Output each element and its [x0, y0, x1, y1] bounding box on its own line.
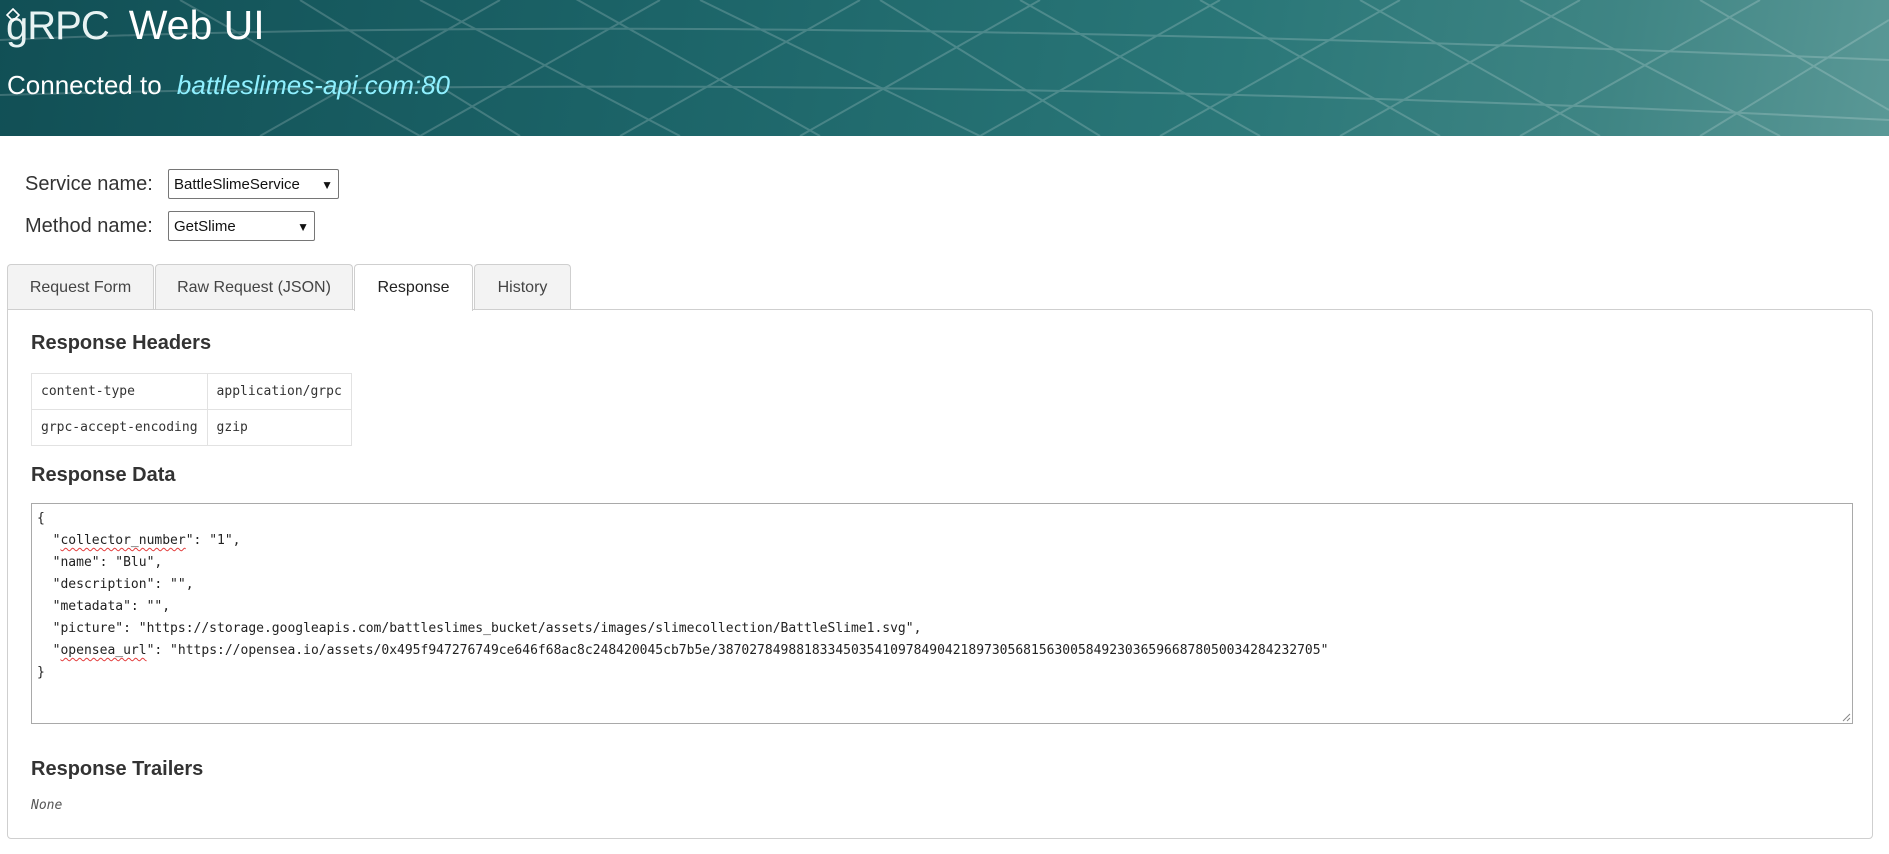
- json-key-spellcheck: collector_number: [60, 533, 186, 548]
- tab-request-form[interactable]: Request Form: [7, 264, 154, 309]
- chevron-down-icon: ▼: [297, 220, 309, 234]
- json-fragment: ": [37, 643, 61, 658]
- grpc-logo-text: gRPC: [6, 4, 110, 48]
- json-line: "metadata": "",: [37, 599, 171, 614]
- app-header: gRPC Web UI Connected to battleslimes-ap…: [0, 0, 1889, 136]
- tab-response[interactable]: Response: [354, 264, 473, 311]
- json-line: "name": "Blu",: [37, 555, 163, 570]
- response-panel: Response Headers content-type applicatio…: [7, 309, 1873, 839]
- service-name-value: BattleSlimeService: [174, 176, 300, 193]
- json-line: "collector_number": "1",: [37, 533, 241, 548]
- json-line: }: [37, 665, 45, 680]
- header-key: grpc-accept-encoding: [31, 409, 208, 446]
- connection-status: Connected to battleslimes-api.com:80: [7, 70, 450, 101]
- method-row: Method name: GetSlime ▼: [25, 205, 339, 247]
- method-name-select[interactable]: GetSlime ▼: [168, 211, 315, 241]
- service-row: Service name: BattleSlimeService ▼: [25, 163, 339, 205]
- response-trailers-value: None: [31, 798, 63, 813]
- json-line: "picture": "https://storage.googleapis.c…: [37, 621, 922, 636]
- chevron-down-icon: ▼: [321, 178, 333, 192]
- json-fragment: ": "https://opensea.io/assets/0x495f9472…: [146, 643, 1329, 658]
- table-row: grpc-accept-encoding gzip: [31, 409, 352, 446]
- resize-grip-icon[interactable]: [1841, 712, 1851, 722]
- response-trailers-title: Response Trailers: [31, 758, 204, 780]
- json-fragment: ": "1",: [185, 533, 241, 548]
- json-line: "opensea_url": "https://opensea.io/asset…: [37, 643, 1329, 658]
- method-name-value: GetSlime: [174, 218, 236, 235]
- header-value: gzip: [206, 409, 352, 446]
- response-headers-table: content-type application/grpc grpc-accep…: [31, 373, 352, 446]
- service-name-label: Service name:: [25, 172, 153, 195]
- json-line: "description": "",: [37, 577, 194, 592]
- header-key: content-type: [31, 373, 208, 410]
- header-value: application/grpc: [206, 373, 352, 410]
- server-host: battleslimes-api.com:80: [176, 70, 451, 100]
- header-pattern: [0, 0, 1889, 136]
- json-key-spellcheck: opensea_url: [60, 643, 147, 658]
- response-data-title: Response Data: [31, 464, 176, 486]
- json-fragment: ": [37, 533, 61, 548]
- tab-bar: Request Form Raw Request (JSON) Response…: [7, 264, 572, 311]
- response-headers-title: Response Headers: [31, 332, 212, 354]
- json-line: {: [37, 511, 45, 526]
- table-row: content-type application/grpc: [31, 373, 352, 410]
- app-title: Web UI: [128, 2, 265, 48]
- response-data-textarea[interactable]: { "collector_number": "1", "name": "Blu"…: [31, 503, 1853, 724]
- logo: gRPC Web UI: [6, 2, 265, 49]
- tab-raw-request[interactable]: Raw Request (JSON): [155, 264, 353, 309]
- connected-label: Connected to: [7, 70, 162, 100]
- service-method-selectors: Service name: BattleSlimeService ▼ Metho…: [25, 163, 339, 247]
- service-name-select[interactable]: BattleSlimeService ▼: [168, 169, 339, 199]
- tab-history[interactable]: History: [474, 264, 571, 309]
- method-name-label: Method name:: [25, 214, 153, 237]
- grpc-logo-icon: [6, 8, 20, 22]
